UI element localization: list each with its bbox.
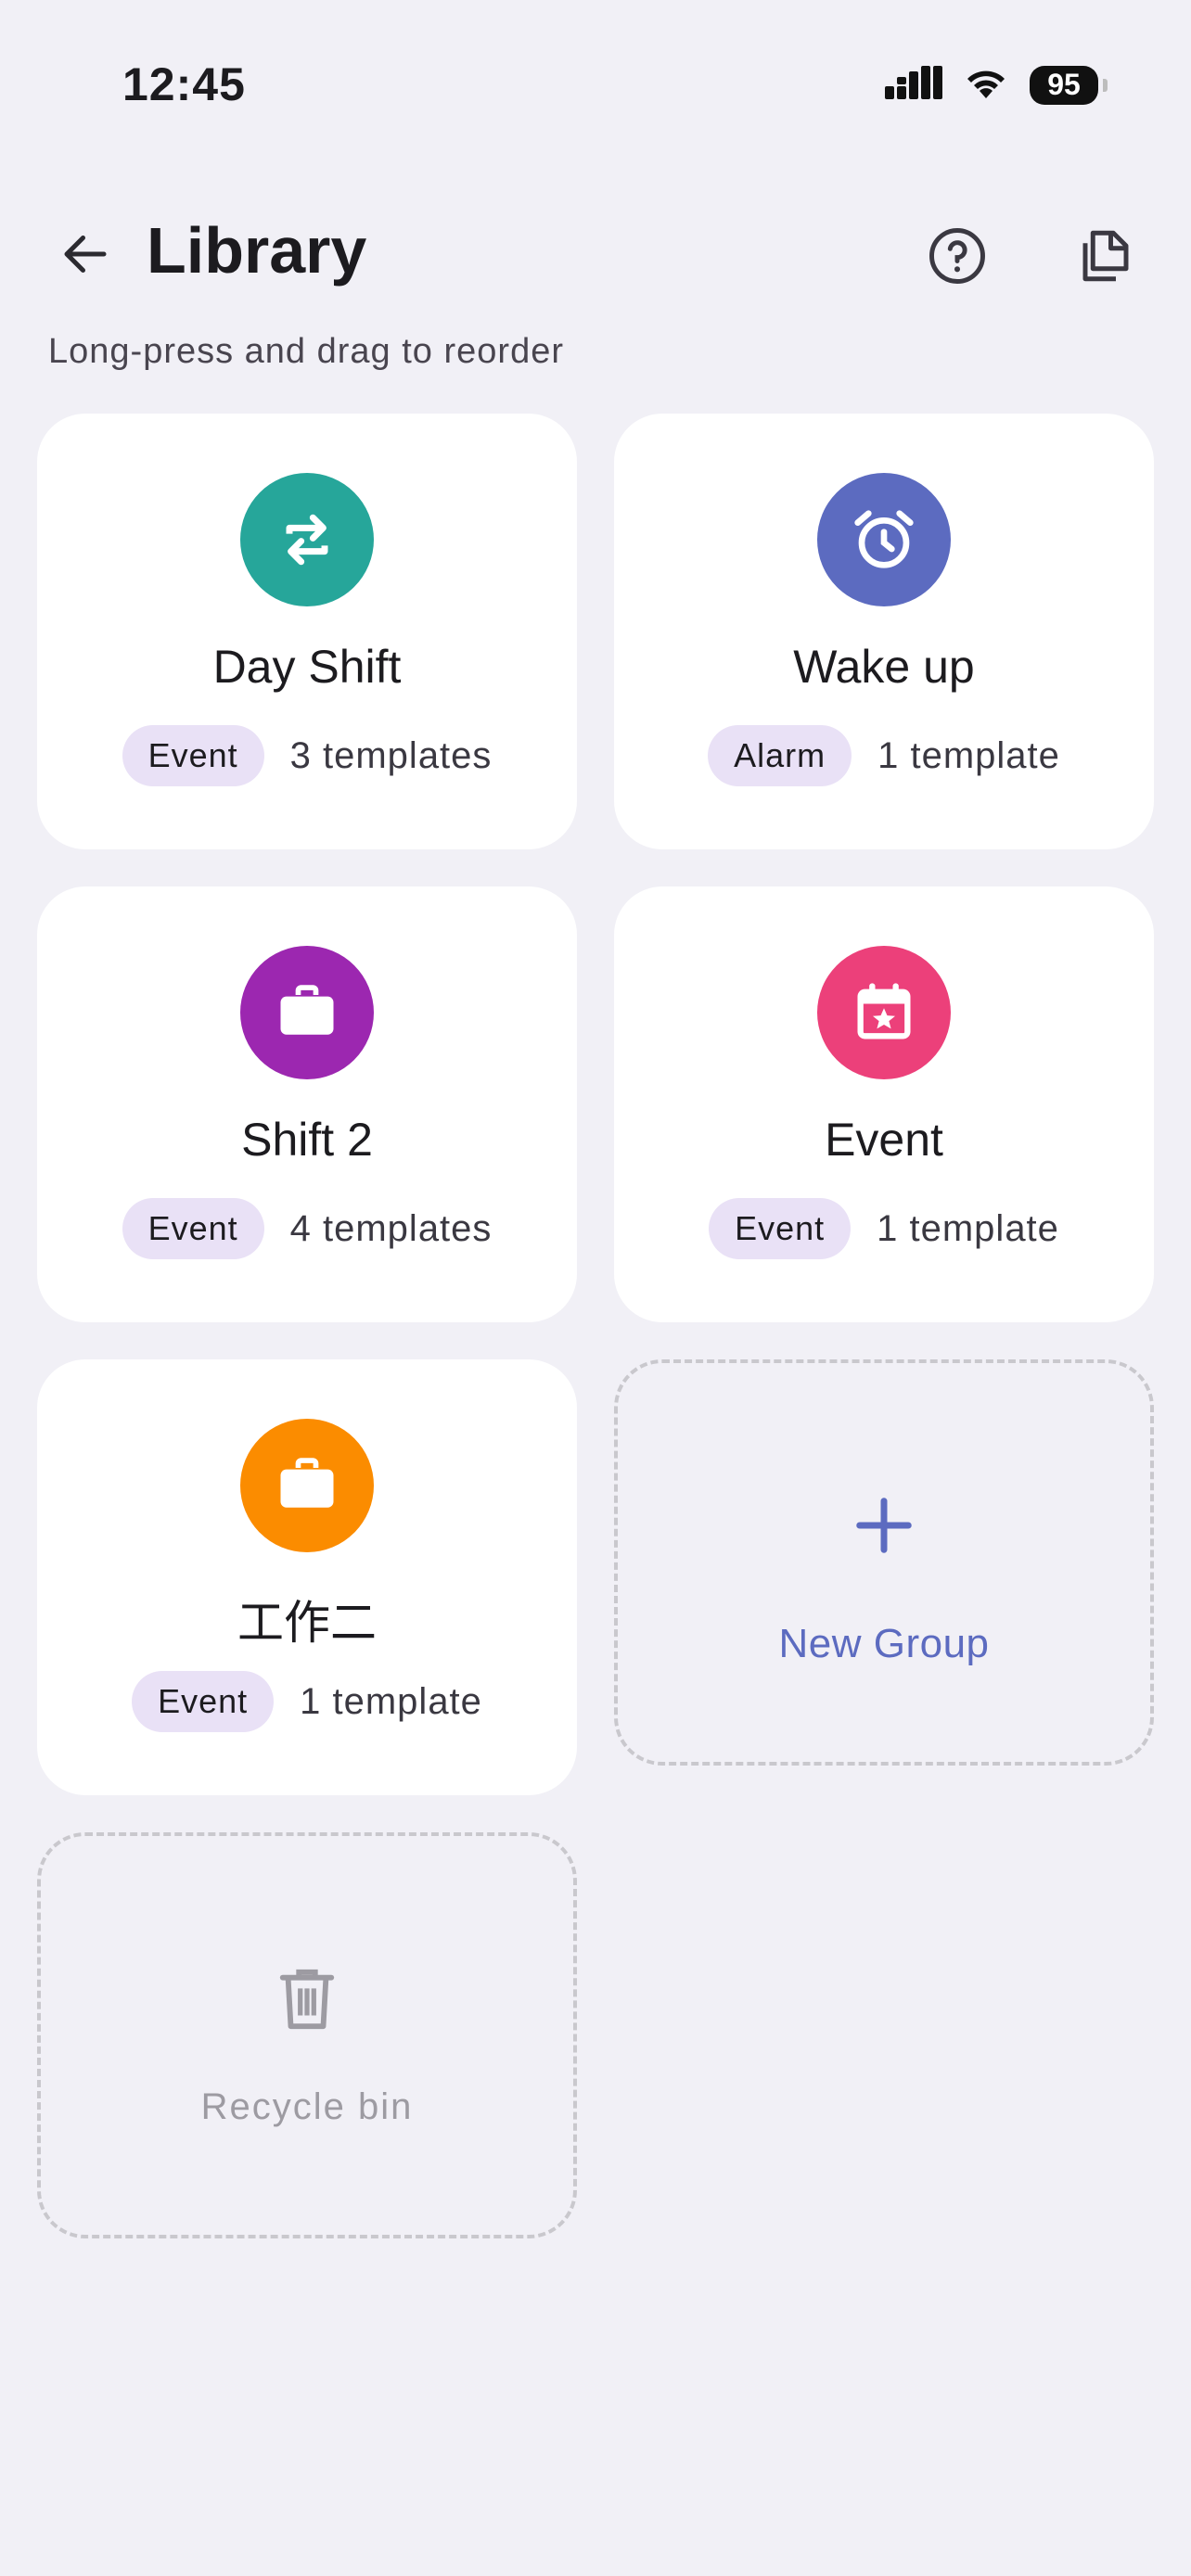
calendar-star-icon: [817, 946, 951, 1079]
wifi-icon: [963, 65, 1009, 105]
status-icons: 95: [885, 65, 1108, 105]
status-bar: 12:45 95: [0, 0, 1191, 167]
page-title: Library: [147, 214, 367, 287]
group-name: Event: [825, 1114, 943, 1166]
signal-icon: [885, 66, 942, 104]
type-badge: Event: [122, 1198, 264, 1259]
reorder-hint: Long-press and drag to reorder: [48, 332, 564, 371]
group-card-event[interactable]: Event Event 1 template: [614, 886, 1154, 1322]
battery-nub: [1103, 78, 1108, 92]
type-badge: Event: [709, 1198, 852, 1259]
group-meta: Event 1 template: [37, 1671, 577, 1732]
copy-icon: [1075, 225, 1136, 291]
template-count: 1 template: [300, 1680, 482, 1722]
repeat-icon: [240, 473, 374, 606]
group-meta: Alarm 1 template: [614, 725, 1154, 786]
group-card-day-shift[interactable]: Day Shift Event 3 templates: [37, 414, 577, 849]
status-time: 12:45: [122, 58, 246, 110]
battery-icon: 95: [1030, 65, 1108, 105]
group-name: Wake up: [793, 641, 975, 693]
help-button[interactable]: [918, 219, 996, 297]
group-meta: Event 4 templates: [37, 1198, 577, 1259]
trash-icon: [41, 1964, 573, 2034]
template-count: 1 template: [877, 1207, 1059, 1249]
plus-icon: [618, 1493, 1150, 1558]
alarm-clock-icon: [817, 473, 951, 606]
type-badge: Event: [132, 1671, 275, 1732]
briefcase-icon: [240, 1419, 374, 1552]
template-count: 1 template: [877, 734, 1060, 776]
arrow-left-icon: [58, 226, 113, 287]
template-count: 3 templates: [289, 734, 493, 776]
back-button[interactable]: [48, 219, 122, 293]
group-card-shift-2[interactable]: Shift 2 Event 4 templates: [37, 886, 577, 1322]
recycle-bin-label: Recycle bin: [200, 2086, 414, 2127]
new-group-button[interactable]: New Group: [614, 1359, 1154, 1766]
type-badge: Alarm: [708, 725, 852, 786]
type-badge: Event: [122, 725, 264, 786]
header: Library: [0, 195, 1191, 315]
help-circle-icon: [927, 225, 988, 291]
group-meta: Event 3 templates: [37, 725, 577, 786]
group-name: Day Shift: [212, 641, 402, 693]
battery-level: 95: [1047, 68, 1081, 101]
briefcase-icon: [240, 946, 374, 1079]
group-name: Shift 2: [241, 1114, 373, 1166]
group-card-wake-up[interactable]: Wake up Alarm 1 template: [614, 414, 1154, 849]
template-count: 4 templates: [289, 1207, 493, 1249]
group-meta: Event 1 template: [614, 1198, 1154, 1259]
copy-button[interactable]: [1067, 219, 1145, 297]
group-name: 工作二: [237, 1597, 377, 1649]
new-group-label: New Group: [778, 1621, 990, 1666]
recycle-bin-button[interactable]: Recycle bin: [37, 1832, 577, 2238]
group-card-work-2[interactable]: 工作二 Event 1 template: [37, 1359, 577, 1795]
